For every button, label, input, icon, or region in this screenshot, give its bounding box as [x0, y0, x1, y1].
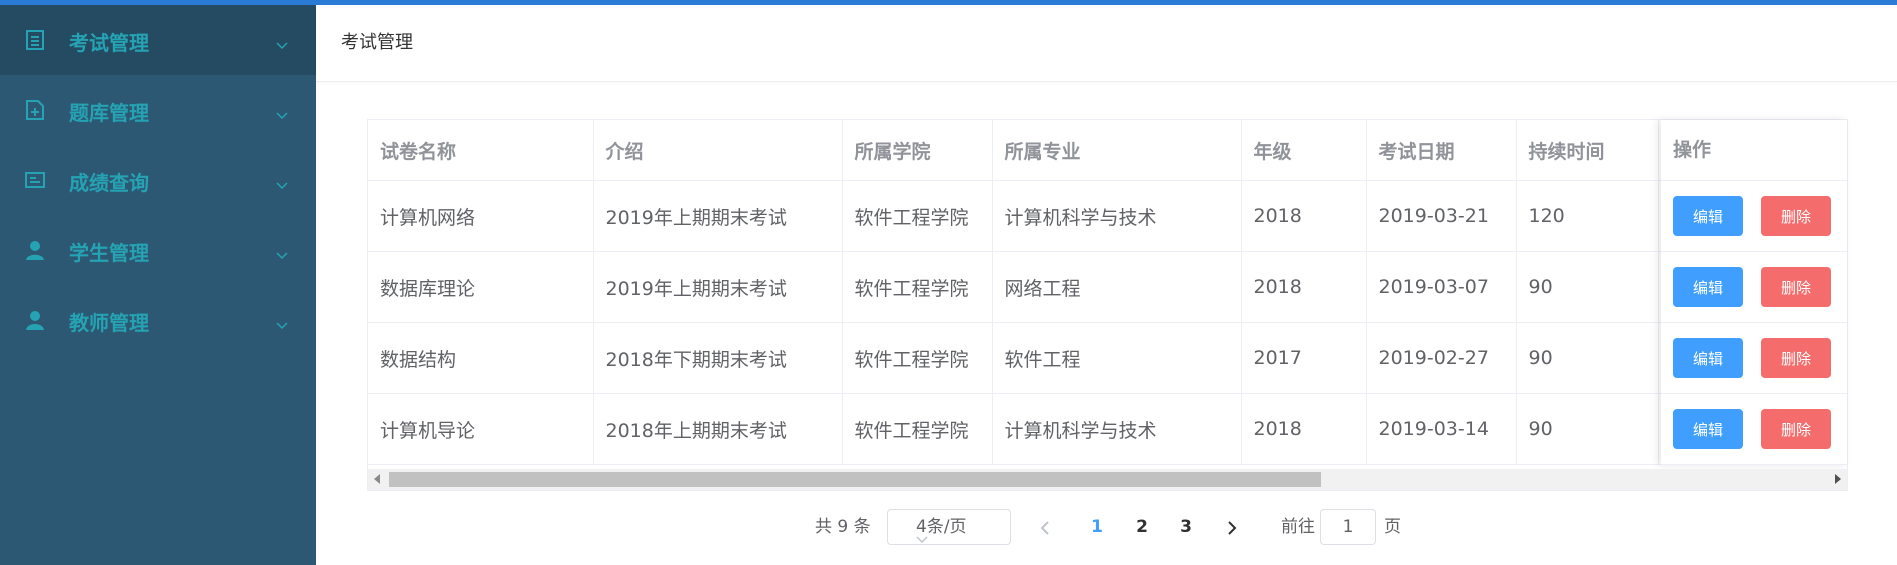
table-cell: 2019-02-27	[1366, 322, 1517, 394]
page-unit-label: 页	[1384, 517, 1401, 537]
column-header[interactable]: 试卷名称	[368, 120, 594, 181]
table-cell: 网络工程	[992, 251, 1242, 323]
goto-label: 前往	[1281, 517, 1315, 537]
sidebar-item-label: 考试管理	[69, 31, 149, 55]
pagination-total: 共 9 条	[815, 517, 871, 537]
page-number-1[interactable]: 1	[1085, 509, 1109, 545]
actions-cell: 编辑 删除	[1661, 394, 1847, 465]
edit-button[interactable]: 编辑	[1673, 338, 1743, 378]
goto-page-input[interactable]	[1320, 509, 1376, 545]
chevron-down-icon	[276, 311, 288, 330]
card-icon	[24, 169, 46, 191]
sidebar: 考试管理 题库管理 成绩查询 学生管理 教师管理	[0, 5, 316, 565]
chevron-down-icon	[276, 31, 288, 50]
edit-button[interactable]: 编辑	[1673, 409, 1743, 449]
table-cell: 计算机科学与技术	[992, 393, 1242, 465]
pagination: 共 9 条 4条/页 1 2 3 前往 页	[0, 509, 1897, 545]
edit-button[interactable]: 编辑	[1673, 196, 1743, 236]
edit-button[interactable]: 编辑	[1673, 267, 1743, 307]
table-cell: 2019-03-21	[1366, 180, 1517, 252]
table-cell: 数据结构	[368, 322, 594, 394]
table-cell: 数据库理论	[368, 251, 594, 323]
student-user-icon	[24, 239, 46, 261]
next-page-icon[interactable]	[1227, 520, 1237, 540]
scroll-left-arrow-icon[interactable]	[374, 474, 380, 484]
table-cell: 软件工程学院	[842, 251, 993, 323]
chevron-down-icon	[276, 101, 288, 120]
table-cell: 2019-03-14	[1366, 393, 1517, 465]
table-cell: 2018	[1241, 393, 1367, 465]
column-header[interactable]: 介绍	[593, 120, 843, 181]
table-row: 数据结构 2018年下期期末考试 软件工程学院 软件工程 2017 2019-0…	[368, 322, 1845, 394]
table-cell: 2018	[1241, 180, 1367, 252]
document-list-icon	[24, 29, 46, 51]
sidebar-item-label: 学生管理	[69, 241, 149, 265]
chevron-down-icon	[276, 241, 288, 260]
table-cell: 计算机网络	[368, 180, 594, 252]
exam-table-grid: 试卷名称 介绍 所属学院 所属专业 年级 考试日期 持续时间 计算机网络 201…	[368, 120, 1845, 465]
table-cell: 90	[1516, 393, 1659, 465]
table-cell: 软件工程学院	[842, 180, 993, 252]
column-header-actions: 操作	[1661, 120, 1847, 181]
table-cell: 90	[1516, 251, 1659, 323]
teacher-user-icon	[24, 309, 46, 331]
table-header-row: 试卷名称 介绍 所属学院 所属专业 年级 考试日期 持续时间	[368, 120, 1845, 181]
sidebar-item-score-query[interactable]: 成绩查询	[0, 145, 316, 215]
scrollbar-thumb[interactable]	[389, 472, 1321, 487]
sidebar-item-label: 成绩查询	[69, 171, 149, 195]
table-cell: 2018	[1241, 251, 1367, 323]
chevron-down-icon	[916, 522, 998, 556]
delete-button[interactable]: 删除	[1761, 338, 1831, 378]
main-content: 考试管理 试卷名称 介绍 所属学院 所属专业 年级 考试日期 持续时间 计算机网…	[316, 5, 1897, 565]
column-header[interactable]: 所属学院	[842, 120, 993, 181]
actions-cell: 编辑 删除	[1661, 181, 1847, 252]
sidebar-item-question-bank[interactable]: 题库管理	[0, 75, 316, 145]
table-cell: 计算机科学与技术	[992, 180, 1242, 252]
page-number-3[interactable]: 3	[1174, 509, 1198, 545]
table-cell: 2019-03-07	[1366, 251, 1517, 323]
table-cell: 2019年上期期末考试	[593, 251, 843, 323]
page-size-select[interactable]: 4条/页	[887, 509, 1011, 545]
page-title: 考试管理	[341, 32, 413, 53]
file-icon	[24, 99, 46, 121]
delete-button[interactable]: 删除	[1761, 267, 1831, 307]
fixed-actions-column: 操作 编辑 删除 编辑 删除 编辑 删除 编辑 删除	[1661, 120, 1847, 465]
sidebar-item-label: 教师管理	[69, 311, 149, 335]
sidebar-item-teacher-management[interactable]: 教师管理	[0, 285, 316, 355]
column-header[interactable]: 所属专业	[992, 120, 1242, 181]
delete-button[interactable]: 删除	[1761, 196, 1831, 236]
sidebar-item-label: 题库管理	[69, 101, 149, 125]
page-number-2[interactable]: 2	[1130, 509, 1154, 545]
table-cell: 2018年下期期末考试	[593, 322, 843, 394]
table-cell: 2017	[1241, 322, 1367, 394]
page-header: 考试管理	[316, 5, 1897, 82]
table-cell: 计算机导论	[368, 393, 594, 465]
sidebar-item-exam-management[interactable]: 考试管理	[0, 5, 316, 75]
table-cell: 软件工程	[992, 322, 1242, 394]
sidebar-item-student-management[interactable]: 学生管理	[0, 215, 316, 285]
delete-button[interactable]: 删除	[1761, 409, 1831, 449]
exam-table: 试卷名称 介绍 所属学院 所属专业 年级 考试日期 持续时间 计算机网络 201…	[367, 119, 1848, 491]
table-cell: 2018年上期期末考试	[593, 393, 843, 465]
table-cell: 90	[1516, 322, 1659, 394]
column-header[interactable]: 考试日期	[1366, 120, 1517, 181]
column-header[interactable]: 年级	[1241, 120, 1367, 181]
table-row: 计算机导论 2018年上期期末考试 软件工程学院 计算机科学与技术 2018 2…	[368, 393, 1845, 465]
table-cell: 120	[1516, 180, 1659, 252]
table-cell: 2019年上期期末考试	[593, 180, 843, 252]
table-row: 数据库理论 2019年上期期末考试 软件工程学院 网络工程 2018 2019-…	[368, 251, 1845, 323]
prev-page-icon[interactable]	[1040, 520, 1050, 540]
actions-cell: 编辑 删除	[1661, 323, 1847, 394]
scroll-right-arrow-icon[interactable]	[1835, 474, 1841, 484]
table-row: 计算机网络 2019年上期期末考试 软件工程学院 计算机科学与技术 2018 2…	[368, 180, 1845, 252]
chevron-down-icon	[276, 171, 288, 190]
actions-cell: 编辑 删除	[1661, 252, 1847, 323]
table-cell: 软件工程学院	[842, 322, 993, 394]
column-header[interactable]: 持续时间	[1516, 120, 1659, 181]
table-cell: 软件工程学院	[842, 393, 993, 465]
horizontal-scrollbar[interactable]	[368, 469, 1847, 490]
